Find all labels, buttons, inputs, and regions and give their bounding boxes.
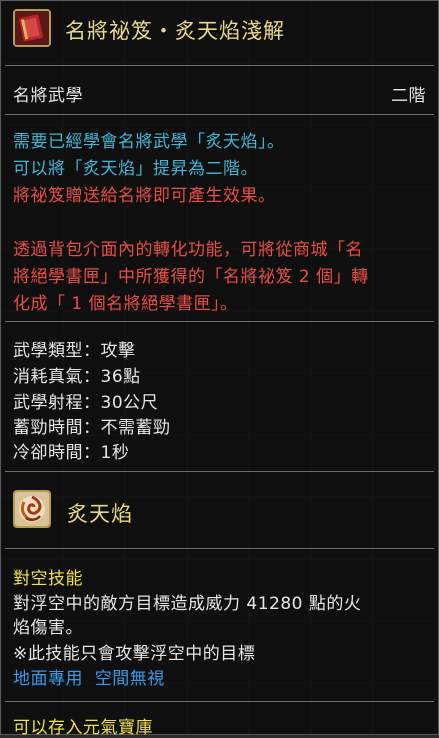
item-grade: 二階 <box>391 86 426 106</box>
stat-value: 36點 <box>100 367 141 387</box>
divider <box>5 548 434 549</box>
gift-text: 將祕笈贈送給名將即可產生效果。 <box>13 186 276 206</box>
flame-swirl-icon <box>13 490 51 528</box>
divider <box>5 114 434 115</box>
convert-text-line1: 透過背包介面內的轉化功能，可將從商城「名 <box>13 240 363 260</box>
convert-text-line3: 化成「 1 個名將絕學書匣」。 <box>13 294 238 314</box>
stat-cooldown: 冷卻時間：1秒 <box>13 443 130 463</box>
divider <box>5 701 434 702</box>
stat-label: 消耗真氣 <box>13 367 83 387</box>
stat-label: 武學類型 <box>13 341 83 361</box>
skill-type: 對空技能 <box>13 569 83 589</box>
stat-attack-type: 武學類型：攻擊 <box>13 341 136 361</box>
stat-value: 攻擊 <box>100 341 136 361</box>
stat-value: 不需蓄勁 <box>100 418 171 438</box>
stat-value: 30公尺 <box>100 393 159 413</box>
storage-note: 可以存入元氣寶庫 <box>13 718 153 738</box>
red-book-icon <box>13 9 51 47</box>
stat-label: 冷卻時間 <box>13 443 83 463</box>
stat-value: 1秒 <box>100 443 130 463</box>
item-category: 名將武學 <box>13 86 83 106</box>
stat-label: 蓄勁時間 <box>13 418 83 438</box>
skill-title: 炙天焰 <box>67 502 133 526</box>
divider <box>5 321 434 322</box>
convert-text-line2: 將絕學書匣」中所獲得的「名將祕笈 2 個」轉 <box>13 267 369 287</box>
stat-energy-cost: 消耗真氣：36點 <box>13 367 141 387</box>
skill-tags: 地面專用 空間無視 <box>13 669 165 689</box>
item-tooltip: 名將祕笈・炙天焰淺解 名將武學 二階 需要已經學會名將武學「炙天焰」。 可以將「… <box>0 0 439 738</box>
skill-note: ※此技能只會攻擊浮空中的目標 <box>13 644 256 664</box>
stat-range: 武學射程：30公尺 <box>13 393 159 413</box>
divider <box>5 471 434 472</box>
upgrade-text: 可以將「炙天焰」提昇為二階。 <box>13 159 258 179</box>
stat-charge-time: 蓄勁時間：不需蓄勁 <box>13 418 171 438</box>
book-title: 名將祕笈・炙天焰淺解 <box>65 19 285 43</box>
skill-desc-line1: 對浮空中的敵方目標造成威力 41280 點的火 <box>13 594 362 614</box>
requirement-text: 需要已經學會名將武學「炙天焰」。 <box>13 132 285 152</box>
stat-label: 武學射程 <box>13 393 83 413</box>
divider <box>5 65 434 66</box>
skill-desc-line2: 焰傷害。 <box>13 618 83 638</box>
